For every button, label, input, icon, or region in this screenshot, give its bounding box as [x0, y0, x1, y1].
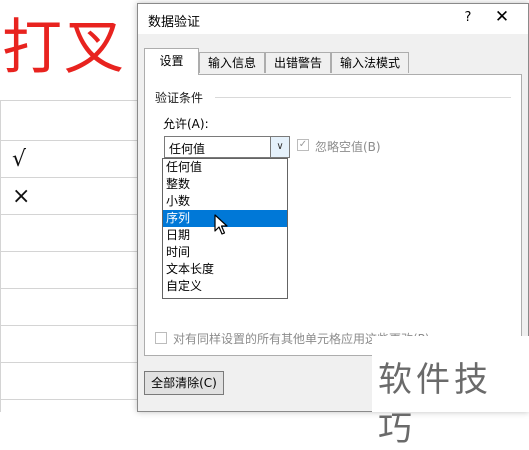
dropdown-item-decimal[interactable]: 小数 [163, 193, 287, 210]
validation-criteria-label: 验证条件 [155, 89, 204, 106]
apply-all-checkbox[interactable] [155, 332, 167, 344]
watermark: 软件技巧 [372, 336, 529, 449]
cell-cross-mark[interactable]: × [12, 184, 30, 209]
tab-settings[interactable]: 设置 [144, 48, 199, 75]
tab-input-message[interactable]: 输入信息 [199, 52, 265, 73]
allow-label: 允许(A): [163, 117, 209, 131]
grid-line [0, 288, 140, 289]
help-button[interactable]: ? [460, 10, 476, 25]
grid-line [0, 362, 140, 363]
dialog-title: 数据验证 [148, 15, 201, 30]
watermark-text: 软件技巧 [378, 360, 492, 449]
allow-select-value: 任何值 [169, 142, 206, 156]
grid-line [0, 399, 140, 400]
group-divider [215, 97, 511, 98]
allow-select[interactable]: 任何值 ∨ [164, 136, 290, 158]
tab-error-alert[interactable]: 出错警告 [265, 52, 331, 73]
grid-line [0, 325, 140, 326]
grid-line [0, 251, 140, 252]
clear-all-button[interactable]: 全部清除(C) [144, 371, 224, 395]
tab-ime-mode[interactable]: 输入法模式 [331, 52, 409, 73]
grid-line [0, 100, 1, 412]
dropdown-item-whole-number[interactable]: 整数 [163, 176, 287, 193]
dropdown-item-any-value[interactable]: 任何值 [163, 159, 287, 176]
grid-line [0, 177, 140, 178]
ignore-blank-checkbox[interactable]: ✓ [297, 139, 309, 151]
ignore-blank-label: 忽略空值(B) [315, 140, 381, 154]
red-heading-text: 打叉 [2, 13, 126, 83]
dropdown-item-time[interactable]: 时间 [163, 244, 287, 261]
grid-line [0, 100, 140, 101]
close-button[interactable]: ✕ [490, 7, 514, 27]
grid-line [0, 140, 140, 141]
chevron-down-icon[interactable]: ∨ [270, 137, 289, 157]
cell-check-mark[interactable]: √ [12, 147, 26, 172]
mouse-pointer-icon [214, 214, 228, 235]
dialog-titlebar: 数据验证 ? ✕ [138, 4, 528, 34]
dropdown-item-text-length[interactable]: 文本长度 [163, 261, 287, 278]
grid-line [0, 214, 140, 215]
dropdown-item-custom[interactable]: 自定义 [163, 278, 287, 295]
